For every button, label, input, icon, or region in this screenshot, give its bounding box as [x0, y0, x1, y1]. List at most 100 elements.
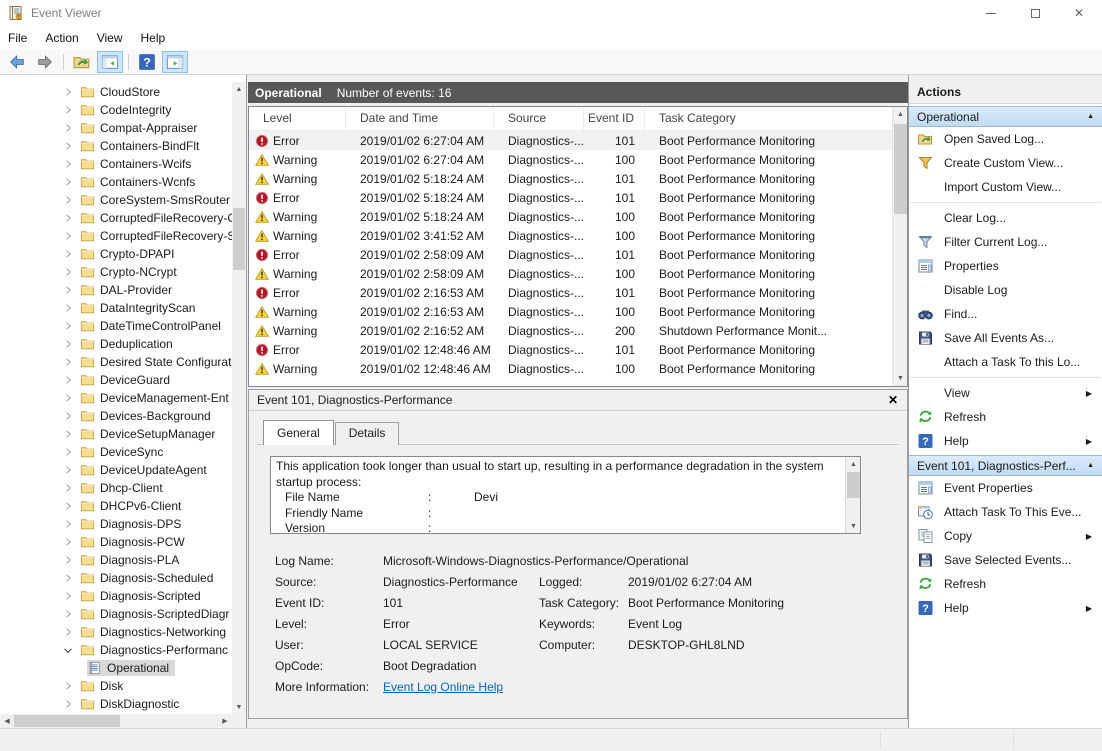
scroll-up-icon[interactable]: ▲: [893, 107, 908, 122]
action-save-selected-events[interactable]: Save Selected Events...: [909, 548, 1102, 572]
tree-item-compat-appraiser[interactable]: Compat-Appraiser: [0, 119, 232, 137]
tree-item-corruptedfilerecovery-c[interactable]: CorruptedFileRecovery-C: [0, 209, 232, 227]
export-list-button[interactable]: [69, 51, 95, 73]
chevron-right-icon[interactable]: [62, 500, 80, 512]
chevron-right-icon[interactable]: [62, 392, 80, 404]
action-find[interactable]: Find...: [909, 302, 1102, 326]
scroll-thumb[interactable]: [847, 472, 860, 498]
column-header-date-and-time[interactable]: Date and Time: [346, 107, 494, 130]
event-row[interactable]: Error 2019/01/02 6:27:04 AM Diagnostics-…: [249, 131, 892, 150]
tree-item-diskdiagnostic[interactable]: DiskDiagnostic: [0, 695, 232, 713]
tree-item-diagnostics-networking[interactable]: Diagnostics-Networking: [0, 623, 232, 641]
event-row[interactable]: Error 2019/01/02 12:48:46 AM Diagnostics…: [249, 340, 892, 359]
event-row[interactable]: Warning 2019/01/02 5:18:24 AM Diagnostic…: [249, 169, 892, 188]
close-details-button[interactable]: ✕: [888, 393, 898, 407]
chevron-right-icon[interactable]: [62, 194, 80, 206]
chevron-right-icon[interactable]: [62, 212, 80, 224]
tree-item-devicemanagement-ent[interactable]: DeviceManagement-Ent: [0, 389, 232, 407]
menu-file[interactable]: File: [0, 26, 36, 50]
chevron-right-icon[interactable]: [62, 86, 80, 98]
chevron-right-icon[interactable]: [62, 248, 80, 260]
event-row[interactable]: Warning 2019/01/02 12:48:46 AM Diagnosti…: [249, 359, 892, 378]
close-button[interactable]: ✕: [1057, 0, 1101, 26]
action-import-custom-view[interactable]: Import Custom View...: [909, 175, 1102, 199]
event-row[interactable]: Warning 2019/01/02 2:16:52 AM Diagnostic…: [249, 321, 892, 340]
tree-item-crypto-ncrypt[interactable]: Crypto-NCrypt: [0, 263, 232, 281]
action-disable-log[interactable]: Disable Log: [909, 278, 1102, 302]
minimize-button[interactable]: [969, 0, 1013, 26]
action-save-all-events-as[interactable]: Save All Events As...: [909, 326, 1102, 350]
action-attach-task-to-this-eve[interactable]: Attach Task To This Eve...: [909, 500, 1102, 524]
scroll-right-icon[interactable]: ▶: [218, 714, 232, 728]
chevron-right-icon[interactable]: [62, 284, 80, 296]
event-row[interactable]: Error 2019/01/02 2:16:53 AM Diagnostics-…: [249, 283, 892, 302]
action-section-operational[interactable]: Operational ▲: [909, 106, 1102, 127]
chevron-right-icon[interactable]: [62, 374, 80, 386]
description-vertical-scrollbar[interactable]: ▲ ▼: [845, 457, 860, 533]
event-row[interactable]: Warning 2019/01/02 3:41:52 AM Diagnostic…: [249, 226, 892, 245]
show-console-tree-toggle[interactable]: [97, 51, 123, 73]
collapse-arrow-icon[interactable]: ▲: [1087, 462, 1094, 469]
action-help[interactable]: ? Help ▶: [909, 429, 1102, 453]
chevron-right-icon[interactable]: [62, 590, 80, 602]
tree-item-disk[interactable]: Disk: [0, 677, 232, 695]
tree-item-diagnosis-dps[interactable]: Diagnosis-DPS: [0, 515, 232, 533]
chevron-right-icon[interactable]: [62, 572, 80, 584]
scroll-down-icon[interactable]: ▼: [893, 371, 908, 386]
tree-item-diagnostics-performanc[interactable]: Diagnostics-Performanc: [0, 641, 232, 659]
tree-item-coresystem-smsrouter[interactable]: CoreSystem-SmsRouter: [0, 191, 232, 209]
chevron-right-icon[interactable]: [62, 446, 80, 458]
tree-item-containers-wcnfs[interactable]: Containers-Wcnfs: [0, 173, 232, 191]
chevron-right-icon[interactable]: [62, 410, 80, 422]
chevron-right-icon[interactable]: [62, 518, 80, 530]
action-view[interactable]: View ▶: [909, 381, 1102, 405]
tree-item-codeintegrity[interactable]: CodeIntegrity: [0, 101, 232, 119]
chevron-right-icon[interactable]: [62, 680, 80, 692]
tree-item-diagnosis-pla[interactable]: Diagnosis-PLA: [0, 551, 232, 569]
tree-item-dhcpv6-client[interactable]: DHCPv6-Client: [0, 497, 232, 515]
tree-item-dhcp-client[interactable]: Dhcp-Client: [0, 479, 232, 497]
chevron-right-icon[interactable]: [62, 176, 80, 188]
tab-details[interactable]: Details: [334, 422, 400, 445]
menu-action[interactable]: Action: [36, 26, 87, 50]
action-event-properties[interactable]: Event Properties: [909, 476, 1102, 500]
event-log-online-help-link[interactable]: Event Log Online Help: [383, 680, 539, 694]
scroll-left-icon[interactable]: ◀: [0, 714, 14, 728]
tree-item-dataintegrityscan[interactable]: DataIntegrityScan: [0, 299, 232, 317]
chevron-right-icon[interactable]: [62, 320, 80, 332]
event-row[interactable]: Warning 2019/01/02 6:27:04 AM Diagnostic…: [249, 150, 892, 169]
chevron-right-icon[interactable]: [62, 464, 80, 476]
column-header-source[interactable]: Source: [494, 107, 584, 130]
tree-item-devicesync[interactable]: DeviceSync: [0, 443, 232, 461]
tree-item-diagnosis-scripteddiagr[interactable]: Diagnosis-ScriptedDiagr: [0, 605, 232, 623]
event-row[interactable]: Error 2019/01/02 5:18:24 AM Diagnostics-…: [249, 188, 892, 207]
tree-vertical-scrollbar[interactable]: ▲ ▼: [232, 82, 246, 714]
chevron-right-icon[interactable]: [62, 266, 80, 278]
event-description-box[interactable]: This application took longer than usual …: [270, 456, 861, 534]
tree-item-dal-provider[interactable]: DAL-Provider: [0, 281, 232, 299]
scroll-up-icon[interactable]: ▲: [232, 82, 246, 96]
tree-horizontal-scrollbar[interactable]: ◀ ▶: [0, 714, 232, 728]
forward-button[interactable]: [32, 51, 58, 73]
chevron-right-icon[interactable]: [62, 338, 80, 350]
action-section-event-101-diagnostics-perf[interactable]: Event 101, Diagnostics-Perf... ▲: [909, 455, 1102, 476]
tree-item-deviceguard[interactable]: DeviceGuard: [0, 371, 232, 389]
action-properties[interactable]: Properties: [909, 254, 1102, 278]
tree-item-datetimecontrolpanel[interactable]: DateTimeControlPanel: [0, 317, 232, 335]
scroll-down-icon[interactable]: ▼: [846, 519, 860, 533]
event-row[interactable]: Warning 2019/01/02 2:58:09 AM Diagnostic…: [249, 264, 892, 283]
tree-item-devices-background[interactable]: Devices-Background: [0, 407, 232, 425]
chevron-right-icon[interactable]: [62, 140, 80, 152]
event-row[interactable]: Error 2019/01/02 2:58:09 AM Diagnostics-…: [249, 245, 892, 264]
scroll-up-icon[interactable]: ▲: [846, 457, 860, 471]
chevron-right-icon[interactable]: [62, 698, 80, 710]
chevron-right-icon[interactable]: [62, 626, 80, 638]
scroll-down-icon[interactable]: ▼: [232, 700, 246, 714]
back-button[interactable]: [4, 51, 30, 73]
chevron-right-icon[interactable]: [62, 302, 80, 314]
tree-item-crypto-dpapi[interactable]: Crypto-DPAPI: [0, 245, 232, 263]
menu-view[interactable]: View: [88, 26, 132, 50]
show-action-pane-toggle[interactable]: [162, 51, 188, 73]
action-create-custom-view[interactable]: Create Custom View...: [909, 151, 1102, 175]
chevron-right-icon[interactable]: [62, 104, 80, 116]
